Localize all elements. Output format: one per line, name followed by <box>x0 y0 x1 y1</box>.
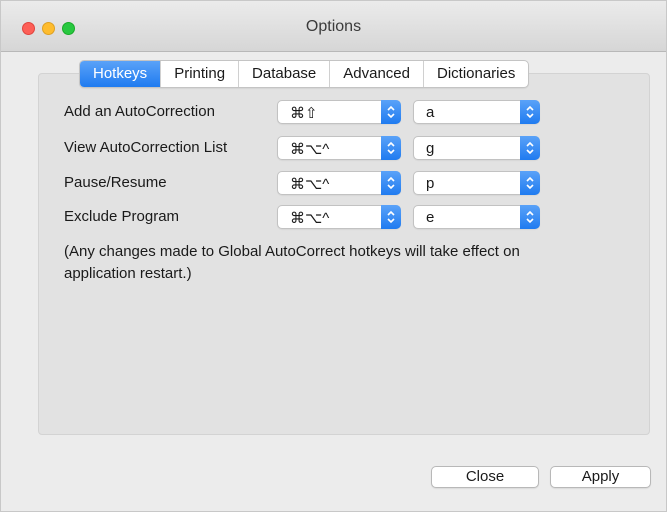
tab-advanced[interactable]: Advanced <box>330 61 424 87</box>
key-select[interactable]: g <box>413 136 540 160</box>
chevron-up-down-icon <box>381 136 401 160</box>
chevron-up-down-icon <box>520 136 540 160</box>
restart-note: (Any changes made to Global AutoCorrect … <box>64 243 520 282</box>
close-button[interactable]: Close <box>431 466 539 488</box>
key-select[interactable]: p <box>413 171 540 195</box>
modifier-value: ⌘⌥^ <box>290 176 330 193</box>
hotkey-label: Add an AutoCorrection <box>64 103 215 120</box>
chevron-up-down-icon <box>381 171 401 195</box>
tab-bar: Hotkeys Printing Database Advanced Dicti… <box>79 60 530 88</box>
tab-hotkeys[interactable]: Hotkeys <box>80 61 162 87</box>
chevron-up-down-icon <box>381 205 401 229</box>
modifier-value: ⌘⌥^ <box>290 210 330 227</box>
key-select[interactable]: a <box>413 100 540 124</box>
key-value: g <box>426 140 435 157</box>
options-window: Options Hotkeys Printing Database Advanc… <box>0 0 667 512</box>
chevron-up-down-icon <box>520 171 540 195</box>
modifier-select[interactable]: ⌘⇧ <box>277 100 401 124</box>
tab-dictionaries[interactable]: Dictionaries <box>424 61 528 87</box>
modifier-value: ⌘⌥^ <box>290 141 330 158</box>
key-value: p <box>426 175 435 192</box>
modifier-select[interactable]: ⌘⌥^ <box>277 136 401 160</box>
key-select[interactable]: e <box>413 205 540 229</box>
tab-printing[interactable]: Printing <box>161 61 240 87</box>
chevron-up-down-icon <box>520 100 540 124</box>
key-value: a <box>426 104 435 121</box>
hotkey-label: Pause/Resume <box>64 174 167 191</box>
tab-database[interactable]: Database <box>239 61 331 87</box>
hotkey-label: Exclude Program <box>64 208 180 225</box>
chevron-up-down-icon <box>520 205 540 229</box>
title-bar: Options <box>1 1 666 52</box>
modifier-select[interactable]: ⌘⌥^ <box>277 171 401 195</box>
modifier-select[interactable]: ⌘⌥^ <box>277 205 401 229</box>
key-value: e <box>426 209 435 226</box>
modifier-value: ⌘⇧ <box>290 105 318 122</box>
hotkey-label: View AutoCorrection List <box>64 139 228 156</box>
chevron-up-down-icon <box>381 100 401 124</box>
apply-button[interactable]: Apply <box>550 466 651 488</box>
window-title: Options <box>305 18 362 35</box>
